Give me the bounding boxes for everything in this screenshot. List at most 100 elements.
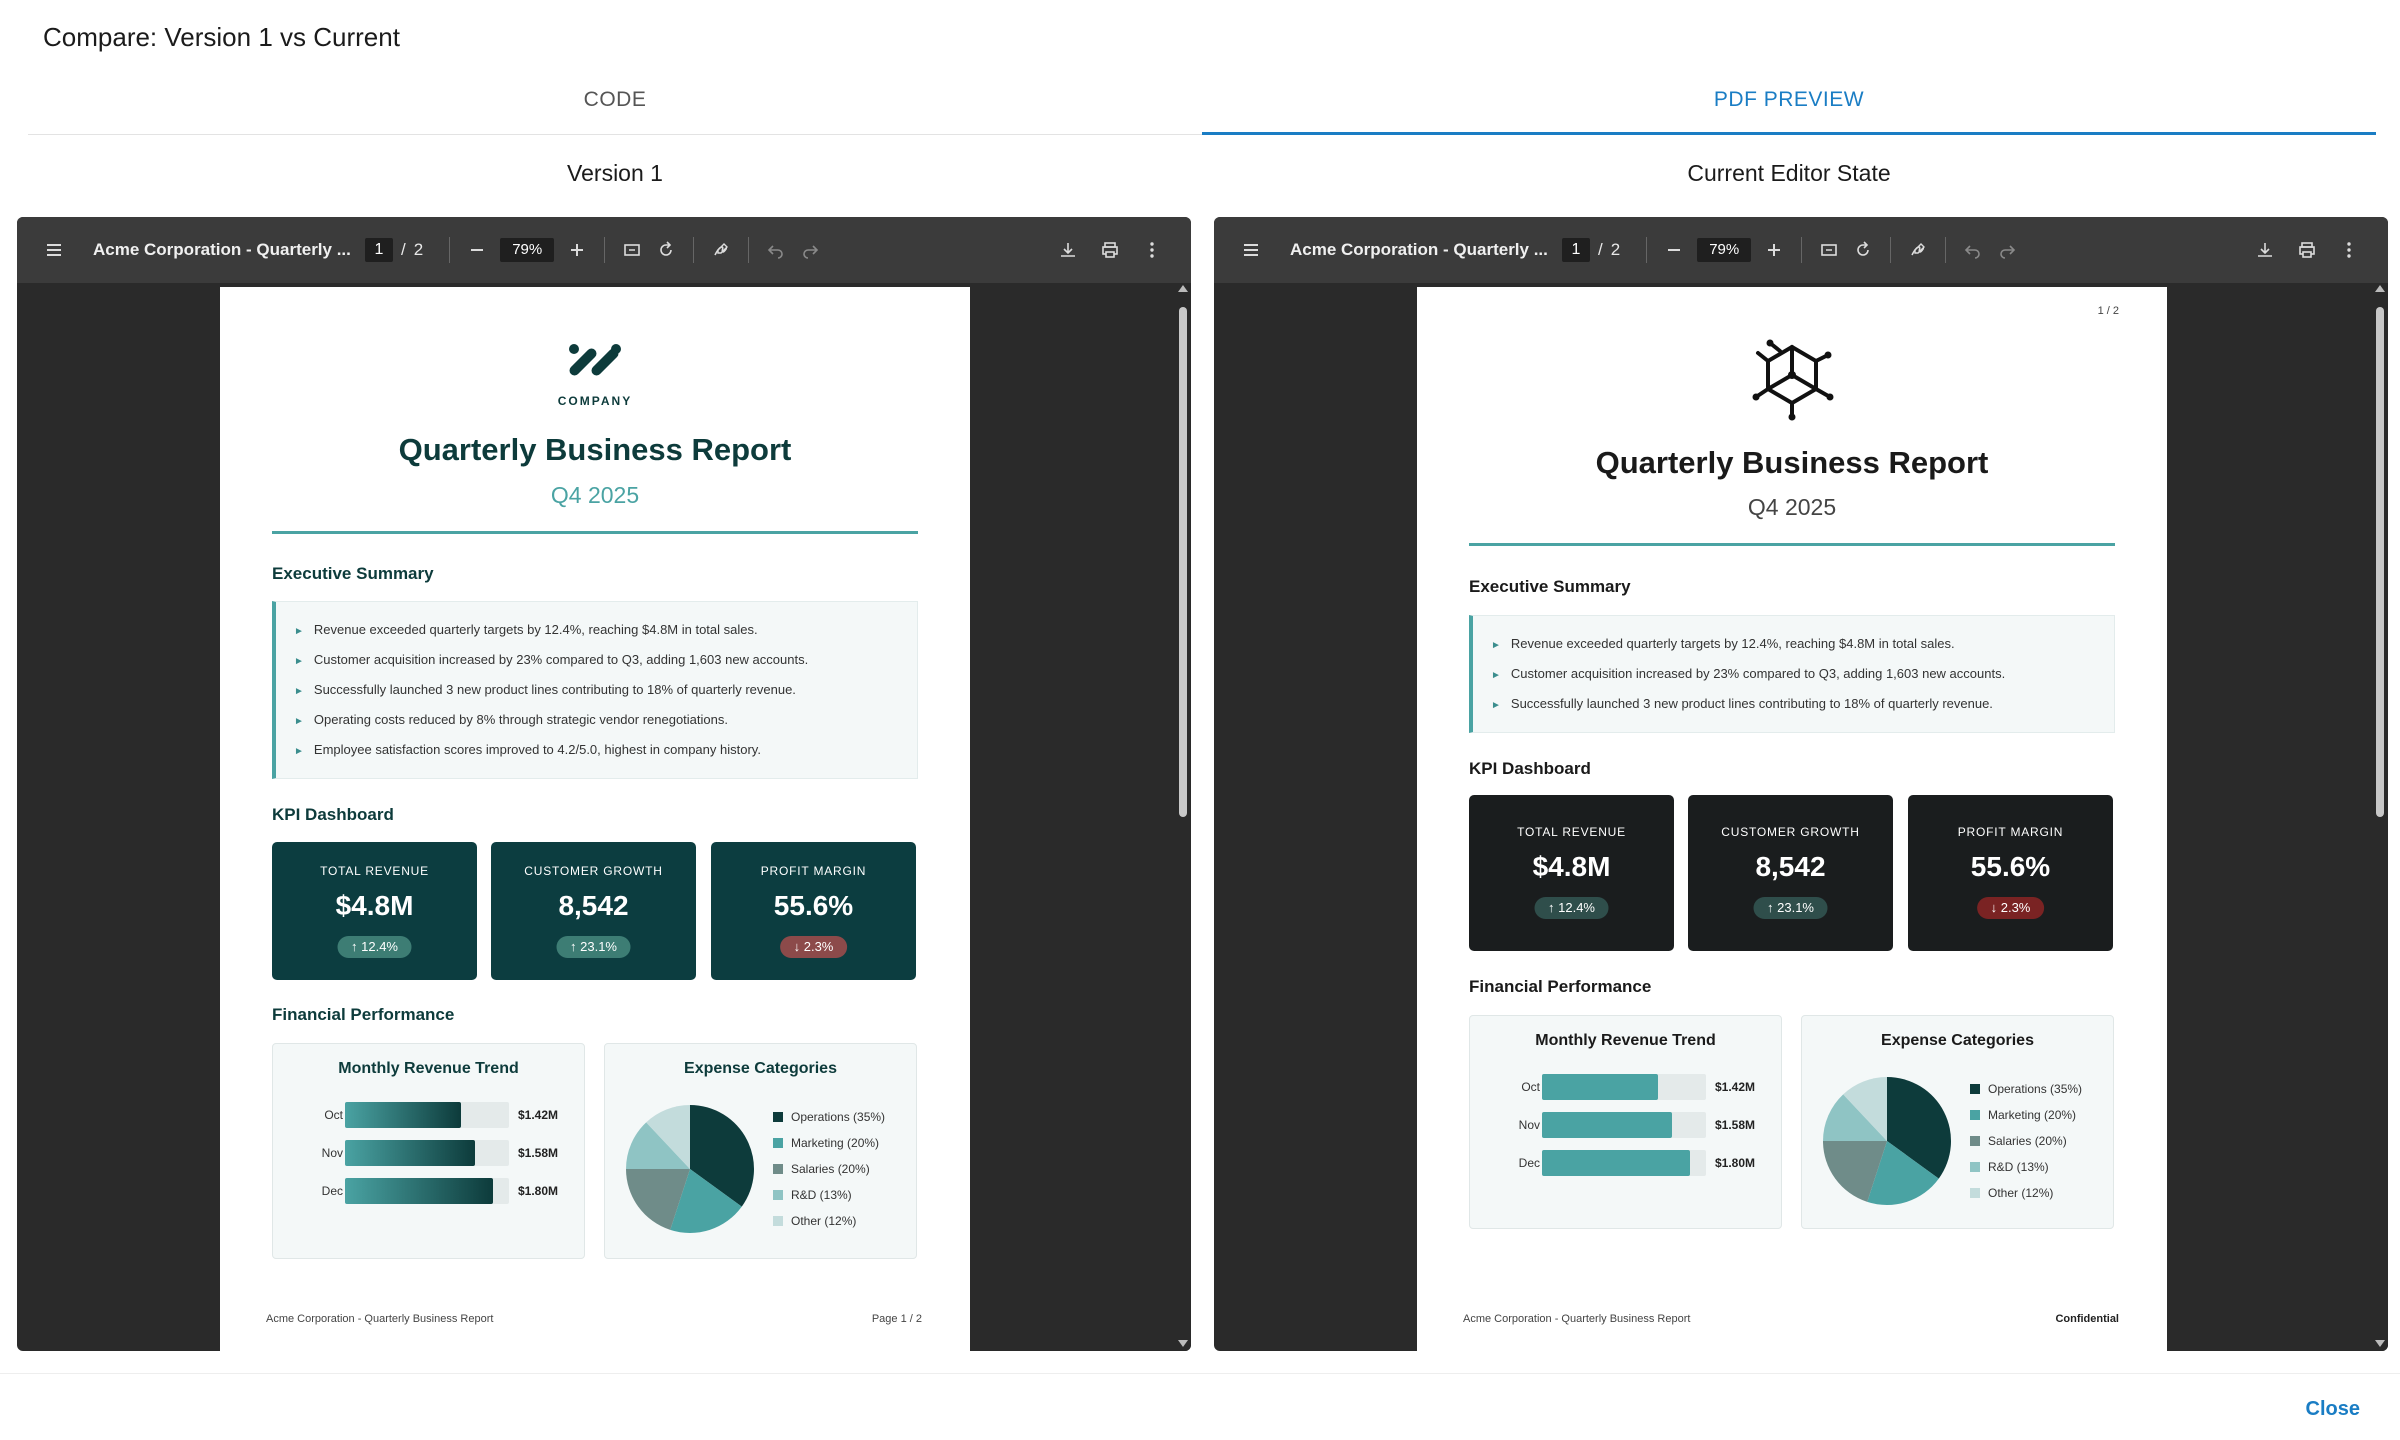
print-icon[interactable] <box>1093 233 1127 267</box>
undo-icon[interactable] <box>759 233 793 267</box>
kpi-value: 8,542 <box>1755 851 1826 882</box>
tab-code[interactable]: CODE <box>28 74 1202 134</box>
bar-category-label: Dec <box>1518 1156 1540 1170</box>
logo-mark-icon <box>569 344 621 376</box>
page-number-input[interactable]: 1 <box>365 238 393 262</box>
page-footer-right: Page 1 / 2 <box>871 1313 922 1325</box>
exec-summary-heading: Executive Summary <box>1469 577 1631 596</box>
fit-page-icon[interactable] <box>1812 233 1846 267</box>
zoom-in-icon[interactable] <box>1757 233 1791 267</box>
download-icon[interactable] <box>1051 233 1085 267</box>
menu-icon[interactable] <box>37 233 71 267</box>
zoom-out-icon[interactable] <box>1657 233 1691 267</box>
page-footer-left: Acme Corporation - Quarterly Business Re… <box>1463 1313 1691 1325</box>
legend-item: R&D (13%) <box>1970 1160 2049 1174</box>
more-options-icon[interactable] <box>2332 233 2366 267</box>
list-item: ► Successfully launched 3 new product lin… <box>294 682 796 697</box>
doc-title: Acme Corporation - Quarterly ... <box>1290 240 1548 259</box>
legend-swatch <box>1970 1162 1980 1172</box>
kpi-label: CUSTOMER GROWTH <box>524 864 663 878</box>
fit-page-icon[interactable] <box>615 233 649 267</box>
right-column-label: Current Editor State <box>1687 160 1891 186</box>
legend-item: Operations (35%) <box>773 1110 885 1124</box>
scrollbar[interactable] <box>1175 283 1191 1351</box>
bar-track <box>1542 1074 1706 1100</box>
list-item: ► Employee satisfaction scores improved t… <box>294 742 761 757</box>
legend-item: Salaries (20%) <box>1970 1134 2067 1148</box>
legend-label: Other (12%) <box>791 1214 857 1228</box>
kpi-card-margin: PROFIT MARGIN 55.6% ↓ 2.3% <box>711 842 916 980</box>
zoom-level[interactable]: 79% <box>1697 238 1752 262</box>
annotate-icon[interactable] <box>704 233 738 267</box>
report-title: Quarterly Business Report <box>1595 445 1989 480</box>
rotate-icon[interactable] <box>1846 233 1880 267</box>
page-number-input[interactable]: 1 <box>1562 238 1590 262</box>
bar-category-label: Oct <box>324 1108 343 1122</box>
print-icon[interactable] <box>2290 233 2324 267</box>
report-title: Quarterly Business Report <box>398 432 792 467</box>
legend-item: R&D (13%) <box>773 1188 852 1202</box>
kpi-label: CUSTOMER GROWTH <box>1721 825 1860 839</box>
zoom-level[interactable]: 79% <box>500 238 555 262</box>
legend-swatch <box>773 1112 783 1122</box>
kpi-card-margin: PROFIT MARGIN 55.6% ↓ 2.3% <box>1908 795 2113 951</box>
chart-title: Monthly Revenue Trend <box>338 1060 519 1077</box>
financial-heading: Financial Performance <box>1469 977 1652 996</box>
dialog-title: Compare: Version 1 vs Current <box>43 22 400 52</box>
legend-label: Salaries (20%) <box>791 1162 870 1176</box>
bar <box>1542 1074 1659 1100</box>
kpi-change-badge: ↓ 2.3% <box>779 936 848 958</box>
bar-row: Oct $1.42M <box>1470 1074 1781 1100</box>
menu-icon[interactable] <box>1234 233 1268 267</box>
scrollbar[interactable] <box>2372 283 2388 1351</box>
kpi-heading: KPI Dashboard <box>272 805 394 824</box>
legend-item: Other (12%) <box>773 1214 856 1228</box>
legend-label: Other (12%) <box>1988 1186 2054 1200</box>
legend-label: R&D (13%) <box>1988 1160 2049 1174</box>
molecule-logo-icon <box>1752 339 1834 421</box>
bar-track <box>1542 1112 1706 1138</box>
redo-icon[interactable] <box>793 233 827 267</box>
pie-chart-svg <box>1823 1077 1951 1205</box>
page-footer-right: Confidential <box>2055 1313 2119 1325</box>
report-subtitle: Q4 2025 <box>1747 494 1837 520</box>
bar-category-label: Nov <box>321 1146 343 1160</box>
zoom-in-icon[interactable] <box>560 233 594 267</box>
legend-swatch <box>773 1138 783 1148</box>
company-logo: COMPANY <box>220 339 970 408</box>
bar-value-label: $1.58M <box>1715 1118 1756 1132</box>
bar-category-label: Dec <box>321 1184 343 1198</box>
list-item: ► Customer acquisition increased by 23% c… <box>294 652 809 667</box>
legend-item: Salaries (20%) <box>773 1162 870 1176</box>
kpi-value: 8,542 <box>558 890 629 921</box>
bar-row: Dec $1.80M <box>1470 1150 1781 1176</box>
more-options-icon[interactable] <box>1135 233 1169 267</box>
expense-pie-chart: Expense Categories Operations (35%) Marke… <box>1801 1015 2114 1229</box>
footer-divider <box>0 1373 2400 1374</box>
bar-category-label: Oct <box>1521 1080 1540 1094</box>
kpi-value: $4.8M <box>1532 851 1611 882</box>
company-wordmark: COMPANY <box>557 394 633 408</box>
kpi-change-badge: ↑ 12.4% <box>1534 897 1609 919</box>
bar <box>1542 1112 1672 1138</box>
legend-label: Salaries (20%) <box>1988 1134 2067 1148</box>
chart-title: Expense Categories <box>1881 1032 2034 1049</box>
undo-icon[interactable] <box>1956 233 1990 267</box>
company-logo <box>1417 339 2167 428</box>
page-separator: / <box>401 240 406 259</box>
annotate-icon[interactable] <box>1901 233 1935 267</box>
tab-pdf-preview[interactable]: PDF PREVIEW <box>1202 74 2376 135</box>
title-divider <box>272 531 918 534</box>
bar-track <box>345 1178 509 1204</box>
bar-value-label: $1.80M <box>1715 1156 1756 1170</box>
rotate-icon[interactable] <box>649 233 683 267</box>
close-button[interactable]: Close <box>2306 1398 2360 1421</box>
legend-item: Operations (35%) <box>1970 1082 2082 1096</box>
list-item: ► Customer acquisition increased by 23% c… <box>1491 666 2006 681</box>
redo-icon[interactable] <box>1990 233 2024 267</box>
zoom-out-icon[interactable] <box>460 233 494 267</box>
legend-label: Marketing (20%) <box>1988 1108 2077 1122</box>
legend-swatch <box>1970 1110 1980 1120</box>
legend-item: Marketing (20%) <box>773 1136 879 1150</box>
download-icon[interactable] <box>2248 233 2282 267</box>
